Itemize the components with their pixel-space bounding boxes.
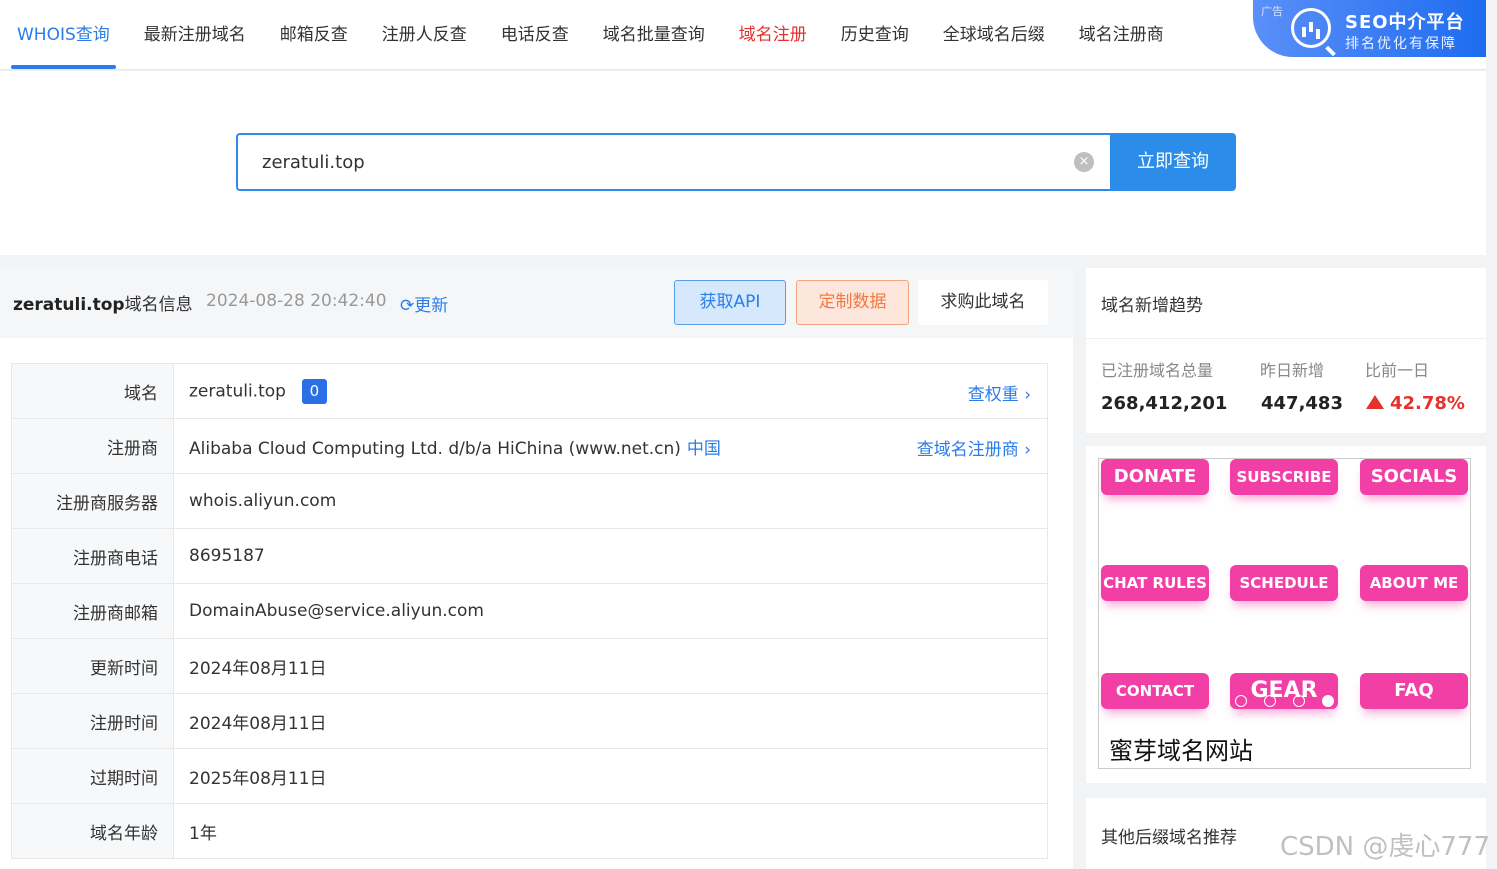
query-timestamp: 2024-08-28 20:42:40	[206, 291, 387, 311]
nav-tab-global-suffix[interactable]: 全球域名后缀	[926, 0, 1062, 70]
table-row: 注册商 Alibaba Cloud Computing Ltd. d/b/a H…	[11, 418, 1048, 474]
table-row: 更新时间 2024年08月11日	[11, 638, 1048, 694]
new-label: 昨日新增	[1260, 361, 1325, 380]
subscribe-button[interactable]: SUBSCRIBE	[1230, 459, 1338, 495]
search-button[interactable]: 立即查询	[1110, 133, 1236, 191]
chat-rules-button[interactable]: CHAT RULES	[1101, 565, 1209, 601]
refresh-icon: ⟳	[400, 296, 415, 316]
table-row: 注册商电话 8695187	[11, 528, 1048, 584]
schedule-button[interactable]: SCHEDULE	[1230, 565, 1338, 601]
refresh-link[interactable]: ⟳更新	[400, 291, 448, 316]
clear-icon[interactable]: ×	[1074, 152, 1094, 172]
registrar-value: Alibaba Cloud Computing Ltd. d/b/a HiChi…	[189, 438, 681, 459]
nav-tab-phone-reverse[interactable]: 电话反查	[484, 0, 586, 70]
table-row: 域名年龄 1年	[11, 803, 1048, 859]
check-weight-link[interactable]: 查权重 ›	[968, 380, 1031, 405]
buy-domain-button[interactable]: 求购此域名	[918, 280, 1048, 325]
watermark: CSDN @虔心777	[1280, 832, 1491, 862]
domain-trend-card: 域名新增趋势 已注册域名总量 268,412,201 昨日新增 447,483 …	[1086, 268, 1486, 433]
row-label: 注册商服务器	[11, 473, 174, 529]
table-row: 注册商服务器 whois.aliyun.com	[11, 473, 1048, 529]
search-section: × 立即查询	[0, 71, 1486, 255]
table-row: 注册商邮箱 DomainAbuse@service.aliyun.com	[11, 583, 1048, 639]
ad-subtitle: 排名优化有保障	[1345, 36, 1457, 52]
nav-tab-latest-domains[interactable]: 最新注册域名	[127, 0, 263, 70]
row-label: 域名年龄	[11, 803, 174, 859]
total-value: 268,412,201	[1101, 393, 1228, 414]
domain-title: zeratuli.top域名信息	[13, 290, 193, 315]
page-scrollbar[interactable]	[1489, 0, 1497, 869]
row-label: 注册商电话	[11, 528, 174, 584]
row-value: Alibaba Cloud Computing Ltd. d/b/a HiChi…	[173, 418, 1048, 474]
ad-banner-seo[interactable]: 广告 SEO中介平台 排名优化有保障	[1253, 0, 1486, 57]
divider	[1086, 338, 1486, 339]
row-value: 2024年08月11日	[173, 638, 1048, 694]
carousel-dot[interactable]	[1293, 695, 1305, 707]
whois-panel: zeratuli.top域名信息 2024-08-28 20:42:40 ⟳更新…	[0, 268, 1073, 869]
nav-tab-registrars[interactable]: 域名注册商	[1062, 0, 1181, 70]
weight-badge: 0	[301, 378, 327, 404]
row-label: 更新时间	[11, 638, 174, 694]
carousel-dot[interactable]	[1264, 695, 1276, 707]
nav-tab-batch-query[interactable]: 域名批量查询	[586, 0, 722, 70]
compare-percent: 42.78%	[1390, 393, 1465, 414]
row-label: 注册时间	[11, 693, 174, 749]
new-value: 447,483	[1261, 393, 1343, 414]
total-label: 已注册域名总量	[1101, 361, 1214, 380]
triangle-up-icon	[1366, 395, 1384, 409]
ad-title: SEO中介平台	[1345, 12, 1465, 33]
custom-data-button[interactable]: 定制数据	[796, 280, 909, 325]
get-api-button[interactable]: 获取API	[674, 280, 786, 325]
country-link[interactable]: 中国	[687, 439, 721, 459]
nav-tab-domain-register[interactable]: 域名注册	[722, 0, 824, 70]
banner-caption: 蜜芽域名网站	[1109, 737, 1253, 765]
row-value: 1年	[173, 803, 1048, 859]
carousel-dot[interactable]	[1235, 695, 1247, 707]
domain-title-suffix: 域名信息	[124, 295, 193, 315]
about-me-button[interactable]: ABOUT ME	[1360, 565, 1468, 601]
compare-value: 42.78%	[1366, 393, 1465, 414]
table-row: 域名 zeratuli.top 0 查权重 ›	[11, 363, 1048, 419]
whois-table: 域名 zeratuli.top 0 查权重 › 注册商 Alibaba Cloud…	[11, 363, 1048, 859]
nav-tab-email-reverse[interactable]: 邮箱反查	[263, 0, 365, 70]
carousel-banner[interactable]: DONATE SUBSCRIBE SOCIALS CHAT RULES SCHE…	[1098, 458, 1471, 769]
domain-search-input[interactable]	[238, 135, 1110, 189]
trend-title: 域名新增趋势	[1101, 296, 1203, 316]
check-registrar-link[interactable]: 查域名注册商 ›	[917, 435, 1031, 460]
other-suffix-title: 其他后缀域名推荐	[1101, 828, 1237, 848]
nav-tab-history[interactable]: 历史查询	[824, 0, 926, 70]
row-value: DomainAbuse@service.aliyun.com	[173, 583, 1048, 639]
ad-banner-card: DONATE SUBSCRIBE SOCIALS CHAT RULES SCHE…	[1086, 446, 1486, 783]
donate-button[interactable]: DONATE	[1101, 459, 1209, 495]
whois-header: zeratuli.top域名信息 2024-08-28 20:42:40 ⟳更新…	[0, 268, 1073, 338]
row-label: 注册商邮箱	[11, 583, 174, 639]
domain-value: zeratuli.top	[189, 381, 286, 401]
nav-tab-registrant-reverse[interactable]: 注册人反查	[365, 0, 484, 70]
table-row: 注册时间 2024年08月11日	[11, 693, 1048, 749]
carousel-dots	[1235, 695, 1334, 707]
chart-search-icon	[1291, 8, 1331, 48]
table-row: 过期时间 2025年08月11日	[11, 748, 1048, 804]
nav-tabs: WHOIS查询 最新注册域名 邮箱反查 注册人反查 电话反查 域名批量查询 域名…	[0, 0, 1181, 70]
carousel-dot-active[interactable]	[1322, 695, 1334, 707]
domain-name: zeratuli.top	[13, 295, 125, 315]
row-value: 8695187	[173, 528, 1048, 584]
ad-tag: 广告	[1261, 5, 1283, 18]
row-value: zeratuli.top 0 查权重 ›	[173, 363, 1048, 419]
row-value: whois.aliyun.com	[173, 473, 1048, 529]
top-navigation: WHOIS查询 最新注册域名 邮箱反查 注册人反查 电话反查 域名批量查询 域名…	[0, 0, 1486, 70]
row-label: 过期时间	[11, 748, 174, 804]
compare-label: 比前一日	[1365, 361, 1430, 380]
faq-button[interactable]: FAQ	[1360, 673, 1468, 709]
row-label: 注册商	[11, 418, 174, 474]
search-box: ×	[236, 133, 1110, 191]
contact-button[interactable]: CONTACT	[1101, 673, 1209, 709]
row-value: 2024年08月11日	[173, 693, 1048, 749]
refresh-label: 更新	[414, 296, 449, 316]
row-value: 2025年08月11日	[173, 748, 1048, 804]
nav-tab-whois[interactable]: WHOIS查询	[0, 0, 127, 70]
socials-button[interactable]: SOCIALS	[1360, 459, 1468, 495]
row-label: 域名	[11, 363, 174, 419]
